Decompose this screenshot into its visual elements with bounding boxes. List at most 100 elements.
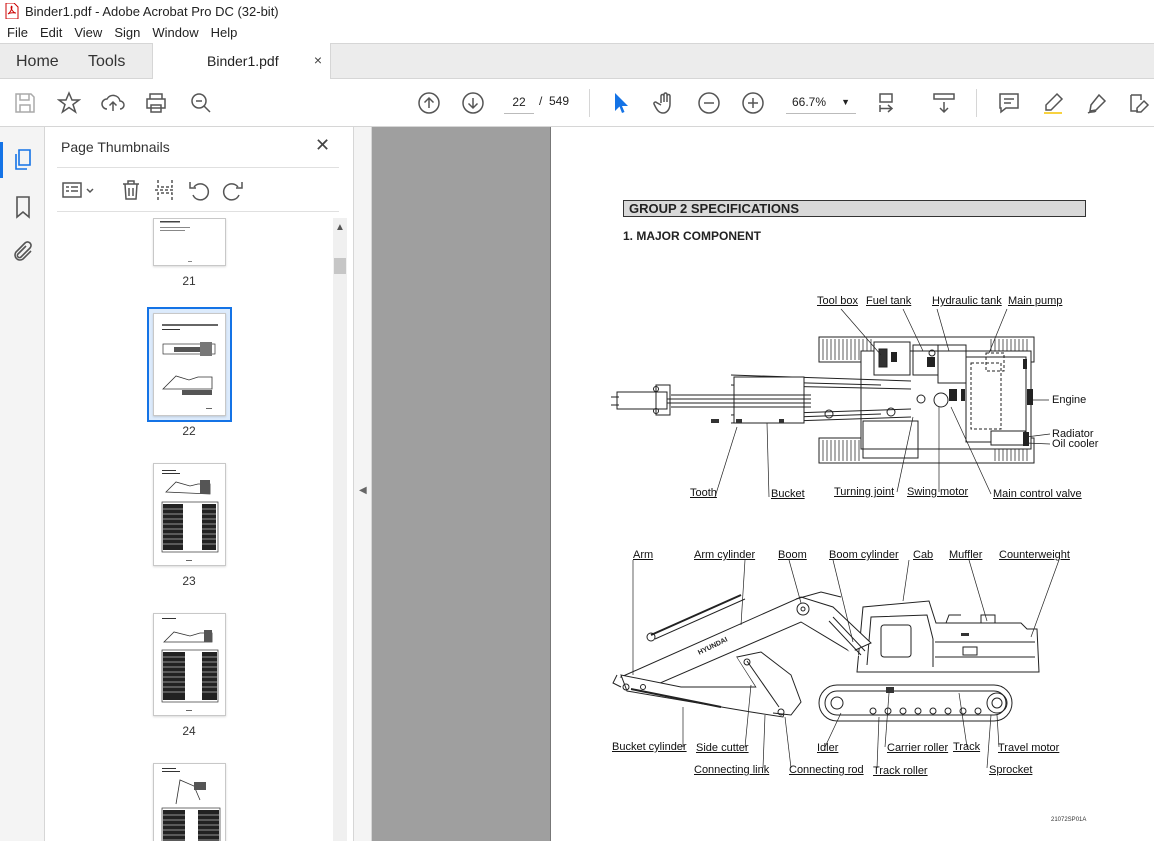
main-toolbar: 22 / 549 66.7% ▼ xyxy=(0,79,1154,127)
thumbnail-preview xyxy=(161,768,221,841)
page-thumbnails-panel: Page Thumbnails ✕ 21 22 23 24 ▲ xyxy=(45,127,354,841)
page-down-icon[interactable] xyxy=(461,91,485,115)
zoom-level-select[interactable]: 66.7% ▼ xyxy=(786,90,856,114)
thumbnail-preview xyxy=(160,221,192,262)
tab-bar: Home Tools Binder1.pdf × xyxy=(0,43,1154,79)
label-arm: Arm xyxy=(633,549,654,561)
select-cursor-icon[interactable] xyxy=(609,91,633,115)
menu-window[interactable]: Window xyxy=(146,25,204,40)
label-main-control-valve: Main control valve xyxy=(993,488,1082,500)
label-bucket: Bucket xyxy=(771,488,805,500)
label-bucket-cylinder: Bucket cylinder xyxy=(612,741,687,753)
total-pages: 549 xyxy=(549,94,570,108)
tab-tools[interactable]: Tools xyxy=(88,53,125,71)
scrollbar-thumb[interactable] xyxy=(334,258,346,274)
label-engine: Engine xyxy=(1052,394,1087,406)
thumbnail-page-number: 22 xyxy=(182,424,196,438)
menu-sign[interactable]: Sign xyxy=(108,25,146,40)
menu-edit[interactable]: Edit xyxy=(34,25,68,40)
comment-icon[interactable] xyxy=(997,91,1021,115)
rotate-left-icon[interactable] xyxy=(187,178,211,202)
menu-view[interactable]: View xyxy=(68,25,108,40)
label-arm-cylinder: Arm cylinder xyxy=(694,549,756,561)
label-boom-cylinder: Boom cylinder xyxy=(829,549,899,561)
menu-bar: File Edit View Sign Window Help xyxy=(0,22,1154,43)
scroll-up-icon[interactable]: ▲ xyxy=(335,222,345,233)
thumbnail-scrollbar[interactable]: ▲ xyxy=(333,218,347,841)
label-connecting-rod: Connecting rod xyxy=(789,764,864,776)
thumbnail-page-number: 23 xyxy=(182,574,196,588)
navigation-rail xyxy=(0,127,45,841)
thumbnail-page-22[interactable] xyxy=(153,313,226,416)
page-thumbnails-icon[interactable] xyxy=(0,142,35,178)
excavator-drawing: HYUNDAI xyxy=(611,308,1060,769)
thumbnail-list: 21 22 23 24 xyxy=(45,218,333,841)
panel-collapse-strip[interactable]: ◀ xyxy=(354,127,372,841)
panel-title: Page Thumbnails xyxy=(61,139,170,155)
window-title: Binder1.pdf - Adobe Acrobat Pro DC (32-b… xyxy=(25,3,279,19)
chevron-down-icon: ▼ xyxy=(841,97,850,107)
zoom-in-icon[interactable] xyxy=(741,91,765,115)
print-icon[interactable] xyxy=(144,91,168,115)
hand-icon[interactable] xyxy=(653,91,677,115)
document-tab-close-button[interactable]: × xyxy=(314,52,322,68)
save-icon[interactable] xyxy=(13,91,37,115)
label-fuel-tank: Fuel tank xyxy=(866,295,912,307)
label-muffler: Muffler xyxy=(949,549,983,561)
label-tooth: Tooth xyxy=(690,487,717,499)
bookmark-star-icon[interactable] xyxy=(56,91,82,115)
label-counterweight: Counterweight xyxy=(999,549,1070,561)
attachments-icon[interactable] xyxy=(11,240,35,264)
top-view-drawing xyxy=(611,308,1051,498)
thumbnail-page-23[interactable] xyxy=(153,463,226,566)
acrobat-window: Binder1.pdf - Adobe Acrobat Pro DC (32-b… xyxy=(0,0,1154,841)
page-up-icon[interactable] xyxy=(417,91,441,115)
label-idler: Idler xyxy=(817,742,839,754)
label-turning-joint: Turning joint xyxy=(834,486,895,498)
rotate-right-icon[interactable] xyxy=(221,178,245,202)
label-hydraulic-tank: Hydraulic tank xyxy=(932,295,1002,307)
toolbar-divider xyxy=(589,89,590,117)
thumbnail-page-24[interactable] xyxy=(153,613,226,716)
document-viewer[interactable]: GROUP 2 SPECIFICATIONS 1. MAJOR COMPONEN… xyxy=(372,127,1154,841)
highlight-pen-icon[interactable] xyxy=(1041,91,1065,115)
menu-help[interactable]: Help xyxy=(205,25,244,40)
label-sprocket: Sprocket xyxy=(989,764,1033,776)
split-page-icon[interactable] xyxy=(153,178,177,202)
upload-cloud-icon[interactable] xyxy=(101,91,125,115)
thumbnail-options-menu-icon[interactable] xyxy=(60,178,96,202)
label-swing-motor: Swing motor xyxy=(907,486,969,498)
search-zoom-icon[interactable] xyxy=(189,91,213,115)
thumbnail-page-25[interactable] xyxy=(153,763,226,841)
thumbnail-preview xyxy=(161,618,219,711)
thumbnail-page-21[interactable] xyxy=(153,218,226,266)
menu-file[interactable]: File xyxy=(0,25,34,40)
label-track: Track xyxy=(953,741,981,753)
scroll-mode-icon[interactable] xyxy=(932,91,956,115)
collapse-left-icon[interactable]: ◀ xyxy=(359,485,367,496)
title-bar: Binder1.pdf - Adobe Acrobat Pro DC (32-b… xyxy=(0,0,1154,22)
bookmarks-icon[interactable] xyxy=(11,195,35,219)
pdf-page: GROUP 2 SPECIFICATIONS 1. MAJOR COMPONEN… xyxy=(550,127,1154,841)
zoom-level-value: 66.7% xyxy=(792,95,827,109)
side-view-drawing: HYUNDAI xyxy=(612,559,1060,769)
label-tool-box: Tool box xyxy=(817,295,858,307)
thumbnail-preview xyxy=(161,470,219,561)
document-tab-label: Binder1.pdf xyxy=(207,53,279,69)
zoom-out-icon[interactable] xyxy=(697,91,721,115)
sign-icon[interactable] xyxy=(1085,91,1109,115)
delete-page-icon[interactable] xyxy=(119,178,143,202)
current-page-input[interactable]: 22 xyxy=(504,90,534,114)
acrobat-pdf-icon xyxy=(5,3,19,19)
panel-divider xyxy=(57,167,339,168)
label-connecting-link: Connecting link xyxy=(694,764,770,776)
panel-divider xyxy=(57,211,339,212)
tab-document[interactable]: Binder1.pdf × xyxy=(152,43,331,79)
tab-home[interactable]: Home xyxy=(16,53,59,71)
page-separator: / xyxy=(539,94,543,108)
fill-sign-icon[interactable] xyxy=(1127,91,1151,115)
panel-close-button[interactable]: ✕ xyxy=(315,135,330,156)
label-main-pump: Main pump xyxy=(1008,295,1063,307)
toolbar-divider xyxy=(976,89,977,117)
page-fit-icon[interactable] xyxy=(876,91,900,115)
